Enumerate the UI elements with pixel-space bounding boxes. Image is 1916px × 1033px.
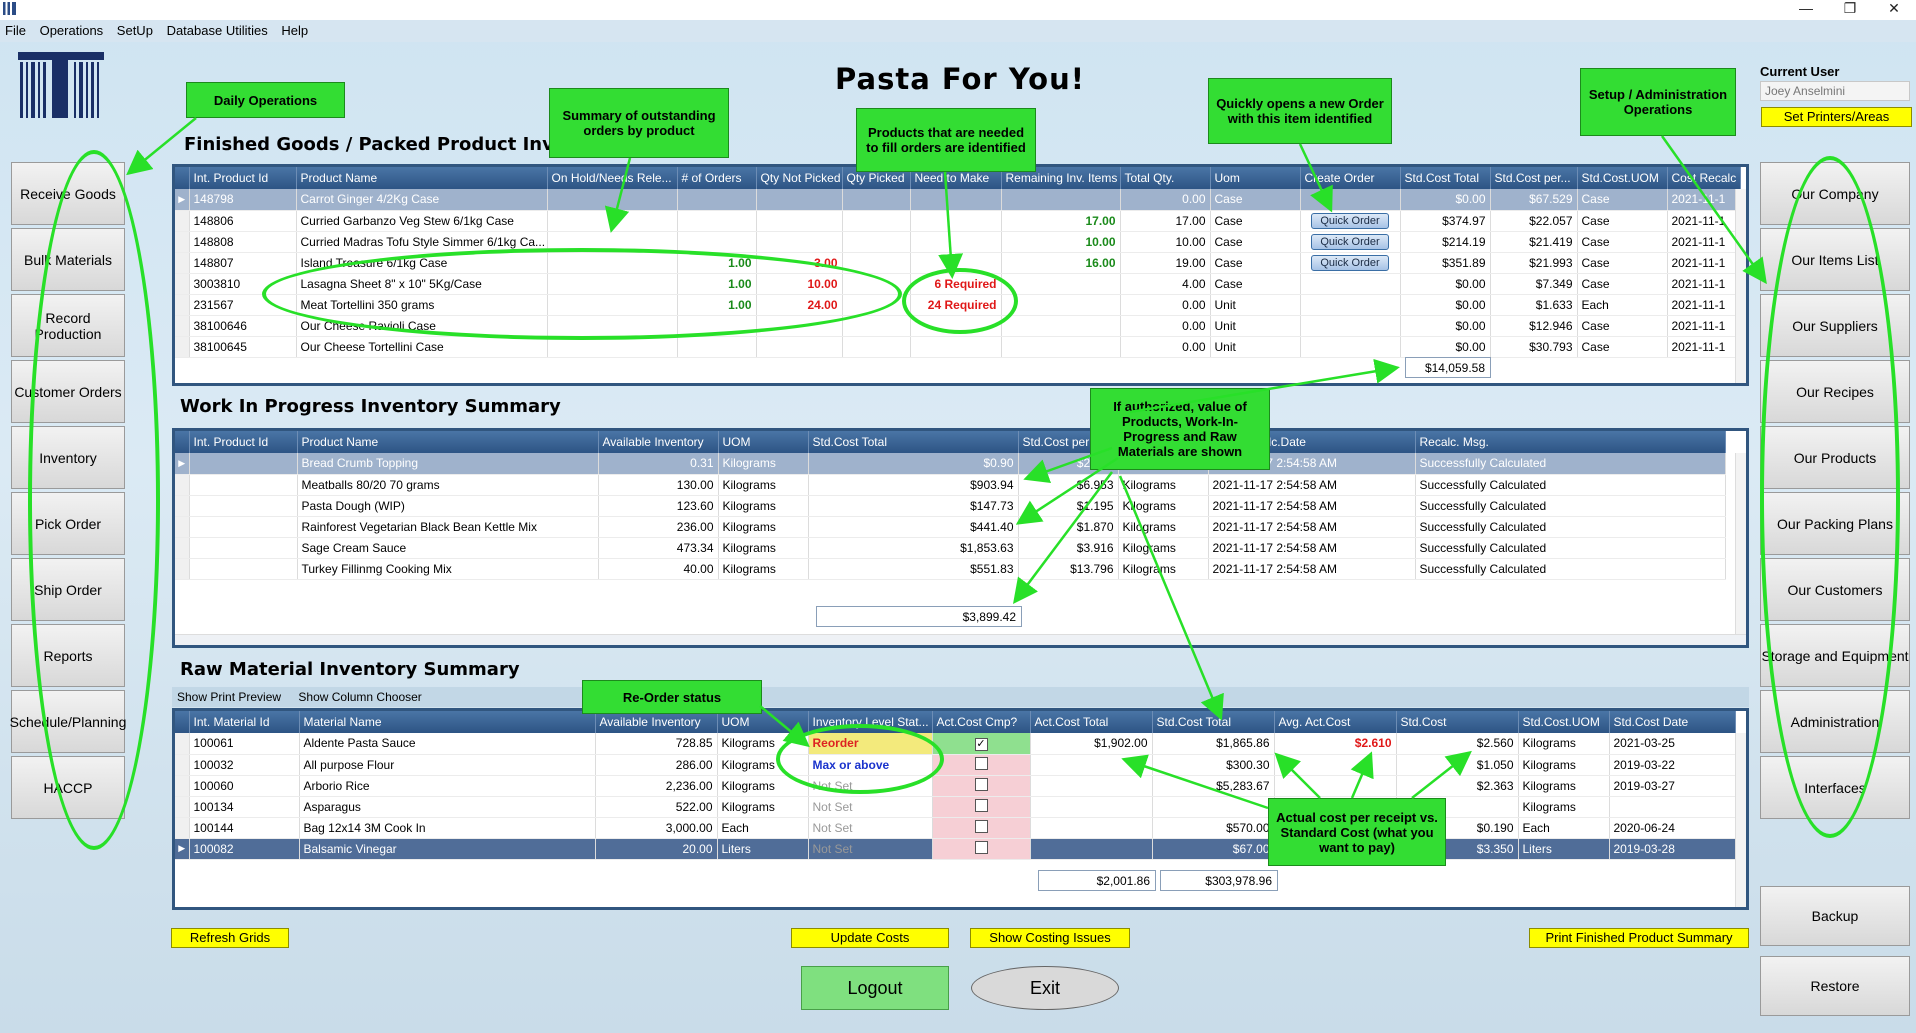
annotation-arrows: [126, 117, 1767, 810]
